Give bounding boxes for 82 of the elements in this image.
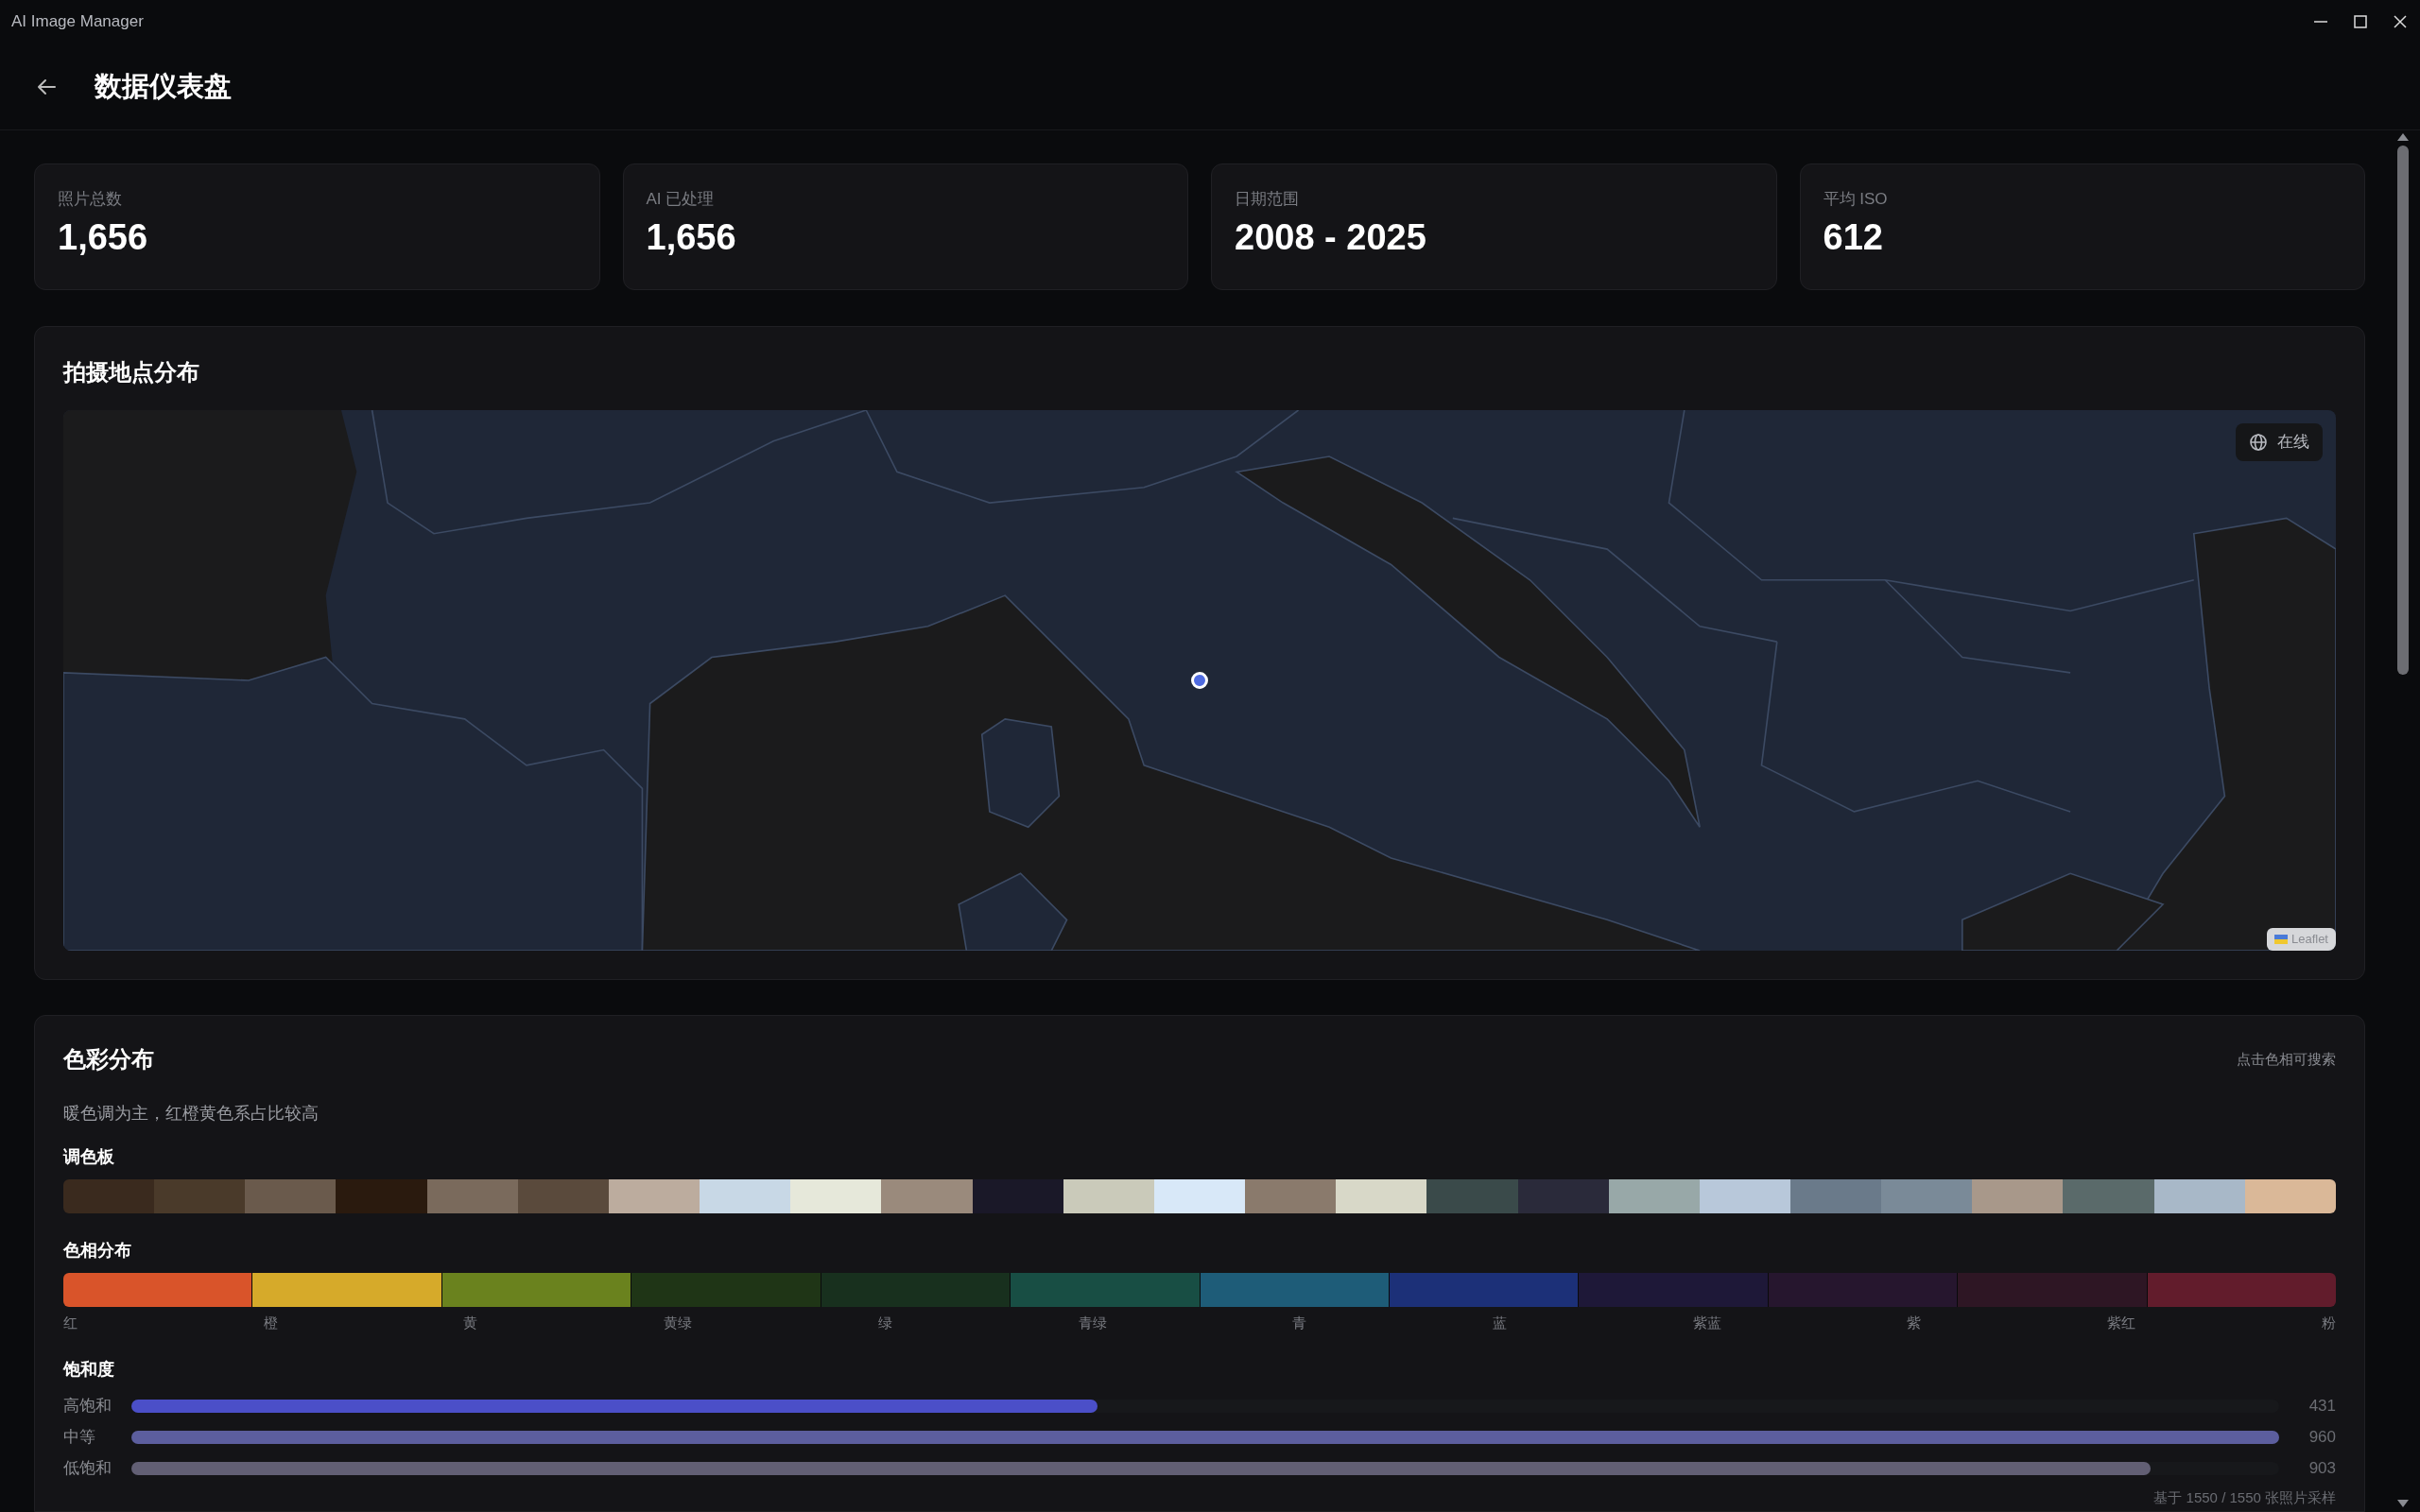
stat-label: AI 已处理: [646, 189, 716, 210]
hue-label: 青: [1292, 1314, 1307, 1332]
hue-label: 紫: [1907, 1314, 1922, 1332]
palette-swatch[interactable]: [154, 1179, 246, 1213]
footnote-text: 基于 1550 / 1550 张照片采样: [2153, 1487, 2336, 1507]
palette-swatch[interactable]: [881, 1179, 973, 1213]
hue-segment[interactable]: [2146, 1273, 2336, 1307]
palette-swatch[interactable]: [1699, 1179, 1790, 1213]
palette-swatch[interactable]: [1517, 1179, 1609, 1213]
section-title: 色彩分布: [63, 1045, 154, 1074]
subsection-title: 调色板: [63, 1146, 115, 1168]
palette-swatch[interactable]: [63, 1179, 155, 1213]
palette-swatch[interactable]: [1063, 1179, 1154, 1213]
hue-label: 橙: [263, 1314, 278, 1332]
palette-swatch[interactable]: [2063, 1179, 2154, 1213]
hue-segment[interactable]: [820, 1273, 1011, 1307]
hue-segment[interactable]: [1578, 1273, 1768, 1307]
saturation-count: 903: [2308, 1457, 2336, 1479]
hue-segment[interactable]: [631, 1273, 821, 1307]
palette-swatch[interactable]: [1245, 1179, 1337, 1213]
saturation-label: 低饱和: [63, 1457, 112, 1479]
saturation-label: 高饱和: [63, 1395, 112, 1417]
window-title: AI Image Manager: [11, 11, 144, 33]
stat-label: 平均 ISO: [1823, 189, 1889, 210]
map-mode-button[interactable]: 在线: [2236, 423, 2323, 461]
palette-swatch[interactable]: [608, 1179, 700, 1213]
hue-segment[interactable]: [1388, 1273, 1579, 1307]
hue-segment[interactable]: [1957, 1273, 2147, 1307]
hue-segment[interactable]: [1767, 1273, 1958, 1307]
stat-label: 照片总数: [58, 189, 123, 210]
flag-icon: [2273, 935, 2288, 944]
palette-swatch[interactable]: [1972, 1179, 2064, 1213]
palette-swatch[interactable]: [1789, 1179, 1882, 1213]
hue-label: 紫红: [2107, 1314, 2136, 1332]
palette-swatch[interactable]: [1426, 1179, 1518, 1213]
hue-label: 绿: [877, 1314, 892, 1332]
palette-swatch[interactable]: [1153, 1179, 1246, 1213]
section-title: 拍摄地点分布: [63, 358, 200, 387]
palette-swatch[interactable]: [426, 1179, 518, 1213]
stat-value: 1,656: [646, 215, 737, 259]
palette-swatch[interactable]: [790, 1179, 882, 1213]
palette-swatch[interactable]: [245, 1179, 337, 1213]
scrollbar-thumb[interactable]: [2397, 146, 2409, 675]
maximize-icon: [2353, 14, 2368, 29]
page-title: 数据仪表盘: [95, 69, 232, 103]
hue-label: 紫蓝: [1692, 1314, 1721, 1332]
palette-swatch[interactable]: [1608, 1179, 1700, 1213]
hue-label: 蓝: [1493, 1314, 1508, 1332]
palette-swatch[interactable]: [1881, 1179, 1973, 1213]
hue-label: 红: [63, 1314, 78, 1332]
palette-swatch[interactable]: [972, 1179, 1063, 1213]
hue-label: 粉: [2321, 1314, 2336, 1332]
hue-label: 黄: [463, 1314, 478, 1332]
subsection-title: 饱和度: [63, 1358, 115, 1381]
stat-value: 612: [1823, 215, 1884, 259]
minimize-icon: [2314, 21, 2327, 23]
summary-text: 暖色调为主，红橙黄色系占比较高: [63, 1103, 320, 1125]
close-icon: [2393, 14, 2408, 29]
scroll-up-icon[interactable]: [2396, 132, 2410, 142]
saturation-count: 431: [2308, 1395, 2336, 1417]
palette-swatch[interactable]: [517, 1179, 609, 1213]
globe-icon: [2249, 433, 2268, 452]
stat-value: 1,656: [58, 215, 149, 259]
stat-value: 2008 - 2025: [1235, 215, 1427, 259]
palette-swatch[interactable]: [2244, 1179, 2336, 1213]
palette-swatch[interactable]: [2153, 1179, 2245, 1213]
subsection-title: 色相分布: [63, 1240, 132, 1262]
palette-swatch[interactable]: [700, 1179, 791, 1213]
saturation-label: 中等: [63, 1426, 96, 1448]
hue-label: 青绿: [1078, 1314, 1107, 1332]
hue-label: 黄绿: [664, 1314, 693, 1332]
hue-segment[interactable]: [1010, 1273, 1200, 1307]
saturation-count: 960: [2308, 1426, 2336, 1448]
palette-swatch[interactable]: [1336, 1179, 1427, 1213]
stat-label: 日期范围: [1235, 189, 1300, 210]
hue-segment[interactable]: [63, 1273, 252, 1307]
hue-segment[interactable]: [441, 1273, 631, 1307]
scroll-down-icon[interactable]: [2396, 1499, 2410, 1508]
hint-text: 点击色相可搜索: [2237, 1049, 2336, 1069]
hue-segment[interactable]: [1199, 1273, 1389, 1307]
palette-swatch[interactable]: [336, 1179, 427, 1213]
hue-segment[interactable]: [251, 1273, 441, 1307]
